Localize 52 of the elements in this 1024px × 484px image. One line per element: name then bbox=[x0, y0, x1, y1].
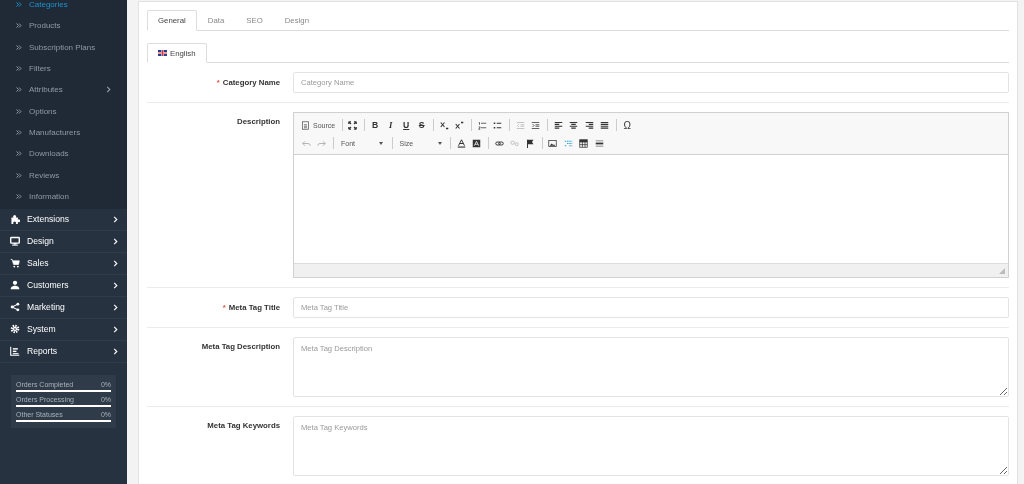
format-button[interactable]: S bbox=[414, 118, 429, 132]
double-chevron-icon bbox=[16, 2, 22, 8]
maximize-icon[interactable] bbox=[345, 118, 360, 132]
submenu-item[interactable]: Options bbox=[0, 100, 127, 122]
menu-item[interactable]: Reports bbox=[0, 340, 127, 363]
document-icon bbox=[301, 120, 310, 130]
submenu-item[interactable]: Products bbox=[0, 15, 127, 37]
menu-item[interactable]: Extensions bbox=[0, 208, 127, 231]
chevron-icon bbox=[113, 237, 118, 245]
chevron-icon bbox=[113, 259, 118, 267]
submenu-item[interactable]: Manufacturers bbox=[0, 121, 127, 144]
menu-item[interactable]: Marketing bbox=[0, 296, 127, 319]
menu-item[interactable]: Design bbox=[0, 230, 127, 253]
chevron-icon bbox=[113, 325, 118, 333]
chevron-icon bbox=[113, 347, 118, 355]
puzzle-icon bbox=[10, 214, 20, 225]
submenu-item[interactable]: Subscription Plans bbox=[0, 36, 127, 58]
flag-icon bbox=[158, 50, 167, 56]
double-chevron-icon bbox=[16, 193, 22, 199]
resize-grip-icon[interactable] bbox=[999, 268, 1005, 274]
chevron-icon bbox=[106, 86, 111, 94]
share-icon bbox=[10, 302, 20, 313]
cart-icon bbox=[10, 258, 20, 269]
menu-item[interactable]: Customers bbox=[0, 274, 127, 297]
menu-item[interactable]: Sales bbox=[0, 252, 127, 275]
settings-icon bbox=[10, 324, 20, 335]
double-chevron-icon bbox=[16, 108, 22, 114]
format-button[interactable]: U bbox=[399, 118, 414, 132]
monitor-icon bbox=[10, 236, 20, 247]
double-chevron-icon bbox=[16, 172, 22, 178]
chevron-icon bbox=[113, 303, 118, 311]
submenu-item[interactable]: Attributes bbox=[0, 79, 127, 101]
bar-chart-icon bbox=[10, 346, 20, 357]
double-chevron-icon bbox=[16, 129, 22, 135]
double-chevron-icon bbox=[16, 87, 22, 93]
format-button[interactable]: Ω bbox=[620, 118, 635, 132]
double-chevron-icon bbox=[16, 23, 22, 29]
chevron-icon bbox=[113, 281, 118, 289]
format-button[interactable]: I bbox=[383, 118, 398, 132]
submenu-item[interactable]: Information bbox=[0, 185, 127, 207]
user-icon bbox=[10, 280, 20, 291]
table-icon[interactable] bbox=[576, 136, 591, 150]
menu-item[interactable]: System bbox=[0, 318, 127, 341]
format-button[interactable]: B bbox=[368, 118, 383, 132]
double-chevron-icon bbox=[16, 66, 22, 72]
double-chevron-icon bbox=[16, 151, 22, 157]
submenu-item[interactable]: Filters bbox=[0, 57, 127, 80]
chevron-icon bbox=[113, 215, 118, 223]
submenu-item[interactable]: Downloads bbox=[0, 143, 127, 165]
submenu-item[interactable]: Reviews bbox=[0, 164, 127, 186]
submenu-item[interactable]: Categories bbox=[0, 0, 127, 16]
double-chevron-icon bbox=[16, 44, 22, 50]
